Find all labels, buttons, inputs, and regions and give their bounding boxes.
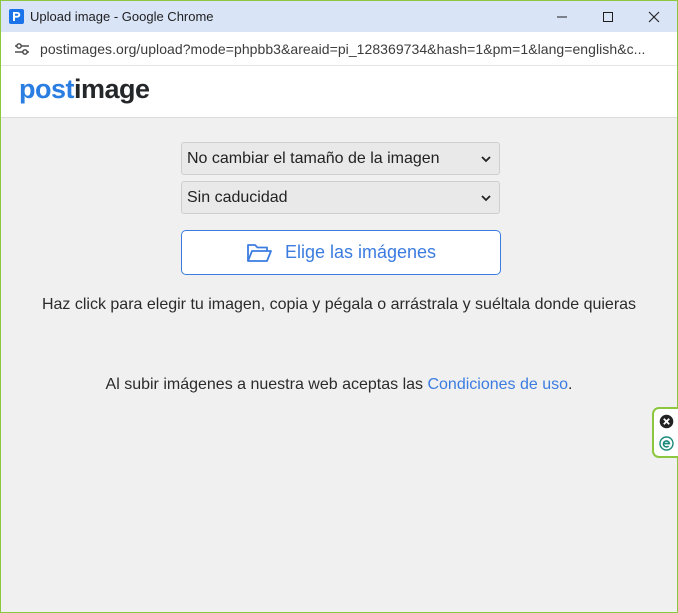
- url-text[interactable]: postimages.org/upload?mode=phpbb3&areaid…: [40, 41, 658, 57]
- site-info-icon[interactable]: [13, 40, 31, 58]
- expiry-select-value: Sin caducidad: [187, 188, 288, 206]
- choose-images-label: Elige las imágenes: [284, 242, 437, 262]
- minimize-button[interactable]: [539, 1, 585, 32]
- close-icon: [648, 11, 660, 22]
- extension-side-widget: [652, 407, 678, 458]
- expiry-select[interactable]: Sin caducidad: [181, 181, 500, 214]
- choose-images-button[interactable]: Elige las imágenes: [181, 230, 501, 275]
- terms-prefix: Al subir imágenes a nuestra web aceptas …: [105, 376, 428, 393]
- resize-select-value: No cambiar el tamaño de la imagen: [187, 149, 440, 167]
- resize-select[interactable]: No cambiar el tamaño de la imagen: [181, 142, 500, 175]
- logo-part-post: post: [19, 74, 75, 104]
- logo-part-image: image: [74, 74, 150, 104]
- maximize-button[interactable]: [585, 1, 631, 32]
- terms-link[interactable]: Condiciones de uso: [427, 376, 568, 393]
- close-circle-icon[interactable]: [659, 414, 674, 429]
- window-controls: [539, 1, 677, 32]
- page-header: postimage: [1, 66, 677, 118]
- chevron-down-icon: [481, 156, 491, 163]
- title-bar: Upload image - Google Chrome: [1, 1, 677, 32]
- window-title: Upload image - Google Chrome: [30, 9, 214, 24]
- browser-window: Upload image - Google Chrome postimages.…: [0, 0, 678, 613]
- address-bar: postimages.org/upload?mode=phpbb3&areaid…: [1, 32, 677, 66]
- terms-notice: Al subir imágenes a nuestra web aceptas …: [1, 376, 677, 394]
- postimage-app-icon: [9, 9, 24, 24]
- folder-open-icon: [247, 243, 272, 262]
- terms-suffix: .: [568, 376, 573, 393]
- postimage-logo[interactable]: postimage: [19, 74, 150, 105]
- upload-instructions: Haz click para elegir tu imagen, copia y…: [41, 296, 637, 313]
- extension-e-icon[interactable]: [658, 436, 674, 451]
- maximize-icon: [603, 11, 613, 22]
- chevron-down-icon: [481, 195, 491, 202]
- close-button[interactable]: [631, 1, 677, 32]
- minimize-icon: [557, 16, 567, 17]
